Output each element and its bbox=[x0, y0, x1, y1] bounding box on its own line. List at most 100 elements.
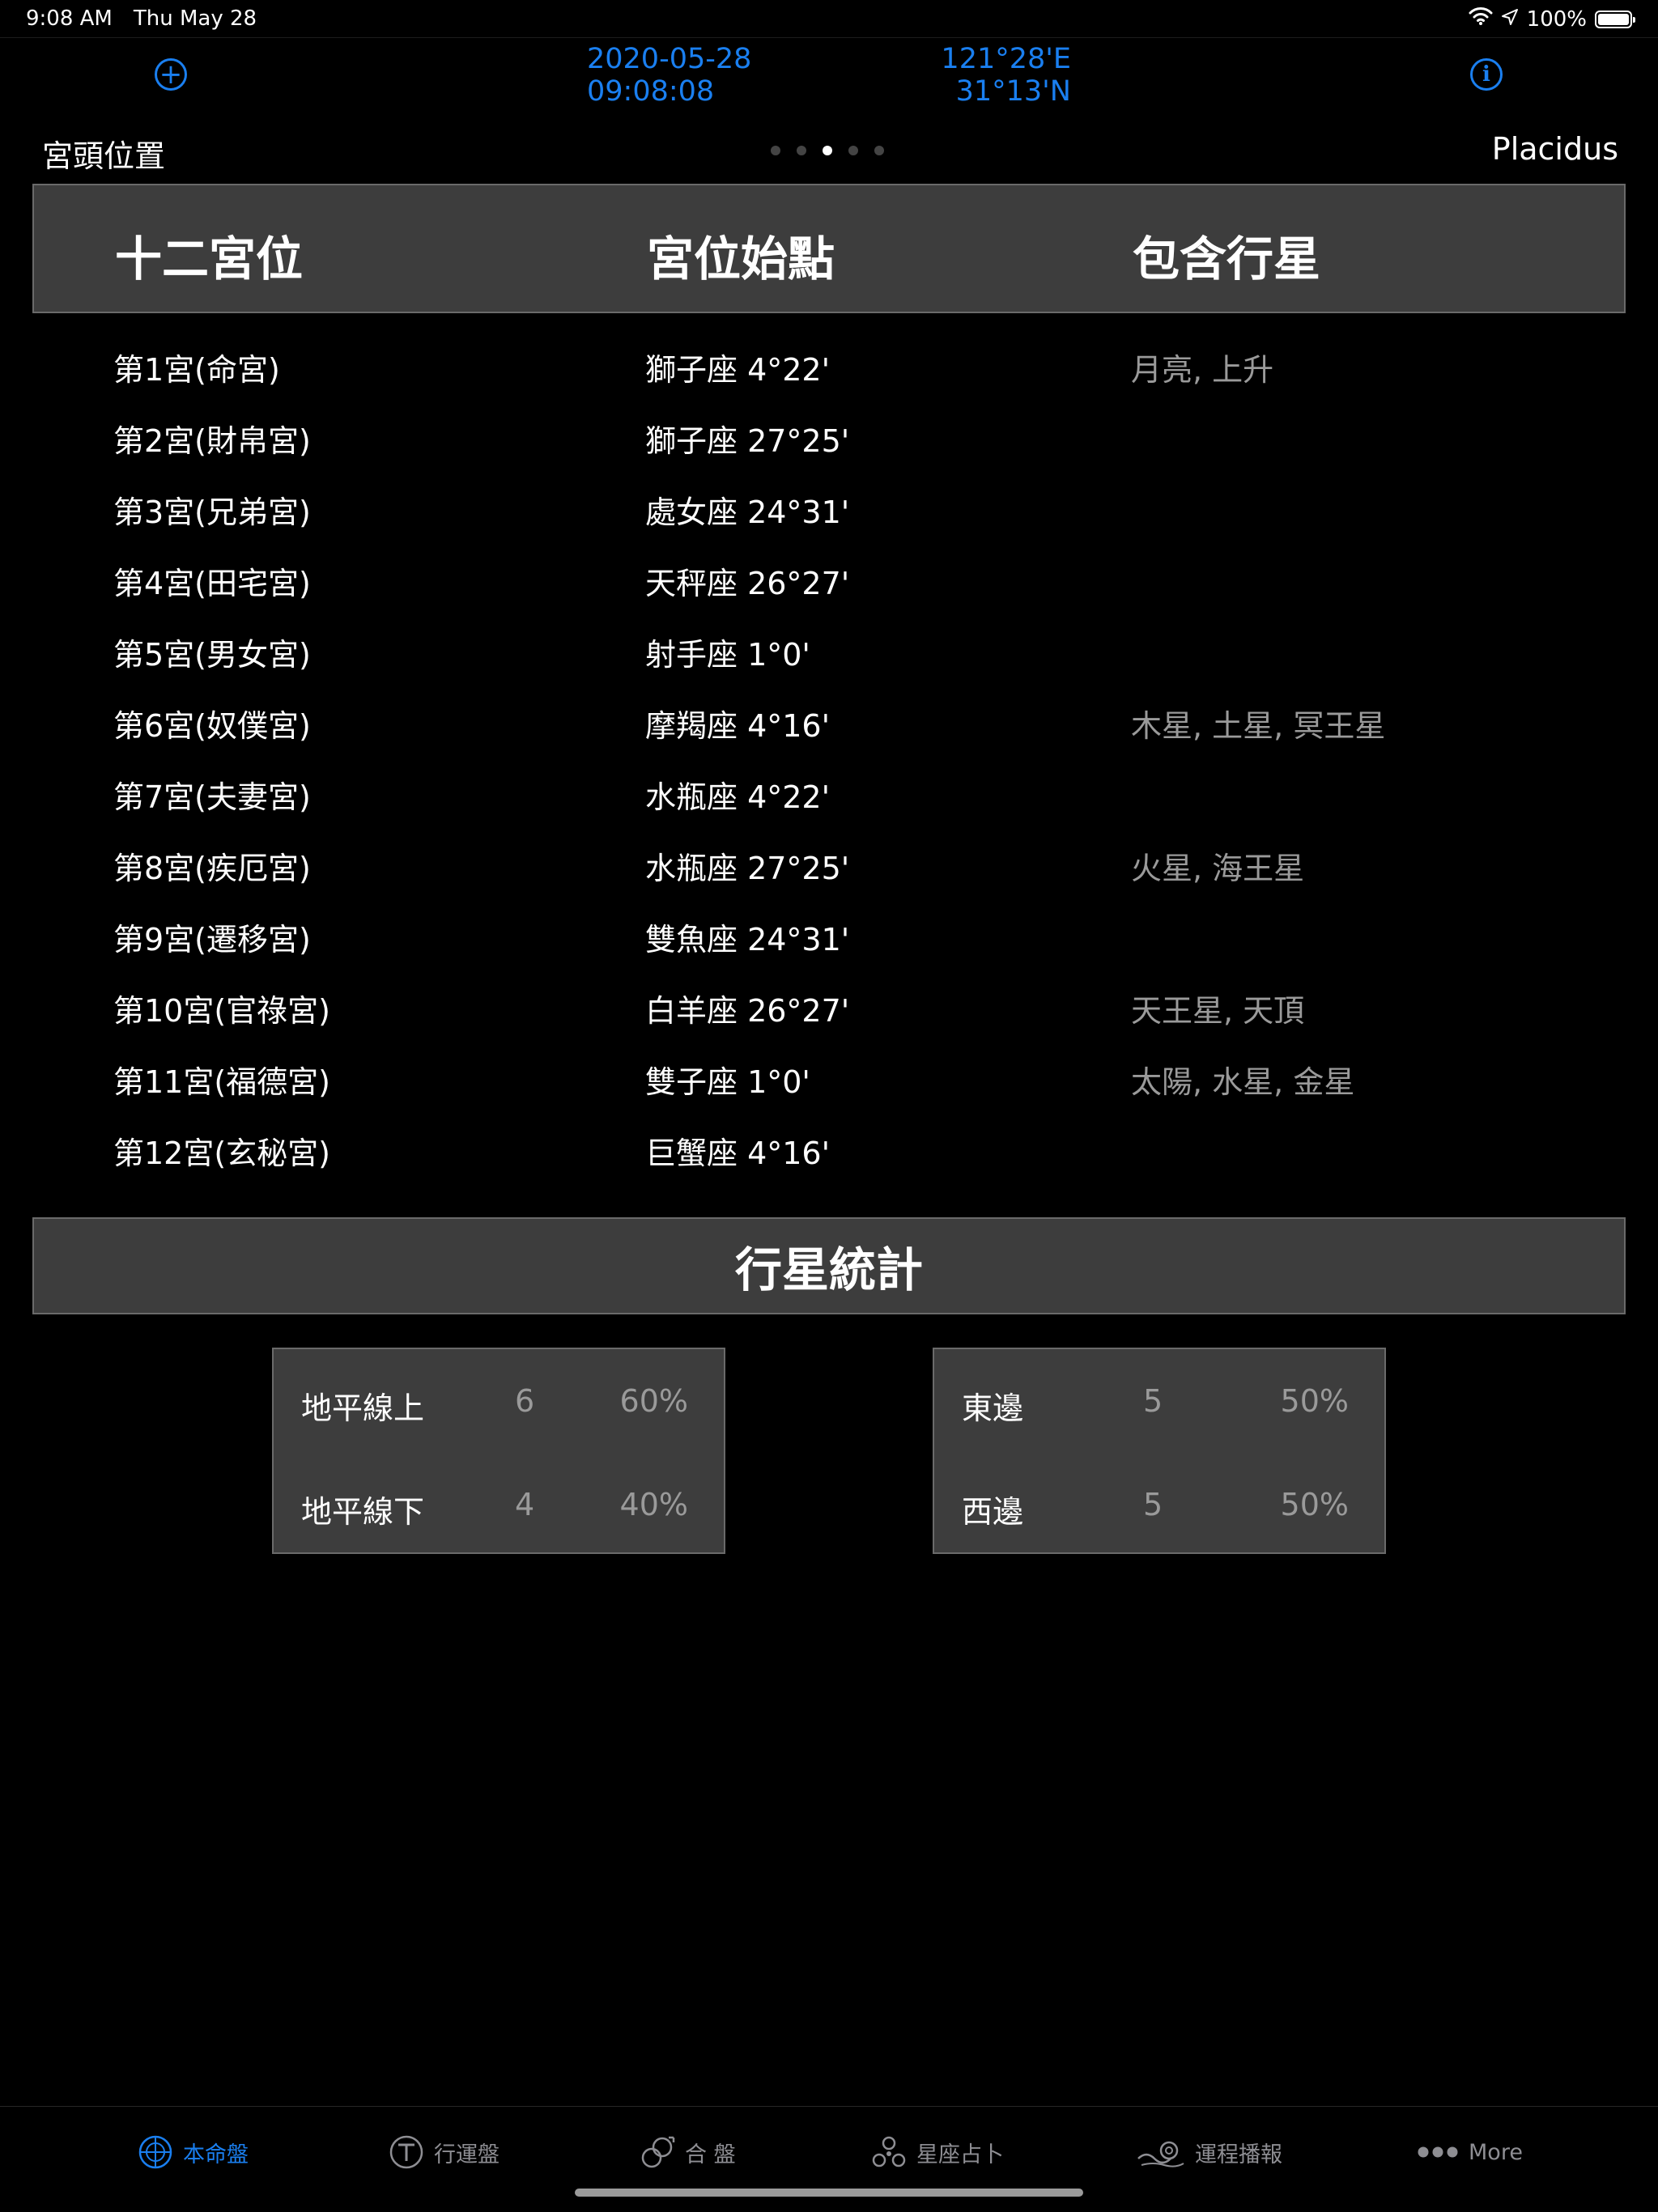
house-name: 第11宮(福德宮) bbox=[113, 1064, 331, 1100]
house-cusp: 摩羯座 4°16' bbox=[645, 708, 831, 744]
wifi-icon bbox=[1469, 6, 1493, 32]
info-circle-icon[interactable]: i bbox=[1470, 58, 1503, 91]
stat-row-east: 東邊 5 50% bbox=[934, 1375, 1384, 1427]
house-name: 第10宮(官祿宮) bbox=[113, 993, 331, 1029]
house-cusp: 獅子座 27°25' bbox=[645, 423, 850, 459]
house-name: 第2宮(財帛宮) bbox=[113, 423, 311, 459]
divination-icon bbox=[871, 2134, 907, 2170]
house-cusp: 雙魚座 24°31' bbox=[645, 922, 850, 957]
synastry-icon bbox=[640, 2134, 675, 2170]
stat-percent: 50% bbox=[1280, 1487, 1349, 1522]
status-date: Thu May 28 bbox=[133, 6, 257, 31]
table-row[interactable]: 第9宮(遷移宮) 雙魚座 24°31' bbox=[0, 900, 1658, 971]
tab-more[interactable]: More bbox=[1417, 2129, 1523, 2175]
table-row[interactable]: 第10宮(官祿宮) 白羊座 26°27' 天王星, 天頂 bbox=[0, 971, 1658, 1042]
stat-label: 西邊 bbox=[962, 1494, 1024, 1530]
house-name: 第6宮(奴僕宮) bbox=[113, 708, 311, 744]
house-cusp: 處女座 24°31' bbox=[645, 495, 850, 530]
transit-t-icon bbox=[389, 2134, 424, 2170]
status-divider bbox=[0, 37, 1658, 38]
house-name: 第5宮(男女宮) bbox=[113, 637, 311, 673]
stat-count: 5 bbox=[1143, 1383, 1163, 1419]
page-dot[interactable] bbox=[874, 146, 884, 155]
more-dots-icon bbox=[1417, 2134, 1459, 2170]
stat-percent: 40% bbox=[619, 1487, 688, 1522]
battery-percent: 100% bbox=[1526, 6, 1587, 32]
stat-count: 4 bbox=[515, 1487, 535, 1522]
chart-latitude[interactable]: 31°13'N bbox=[956, 75, 1071, 108]
page-dot[interactable] bbox=[848, 146, 858, 155]
page-dot[interactable] bbox=[797, 146, 806, 155]
page-indicator[interactable] bbox=[771, 146, 884, 155]
stat-count: 5 bbox=[1143, 1487, 1163, 1522]
table-row[interactable]: 第6宮(奴僕宮) 摩羯座 4°16' 木星, 土星, 冥王星 bbox=[0, 686, 1658, 758]
tab-horoscope[interactable]: 運程播報 bbox=[1137, 2129, 1282, 2175]
house-table-header: 十二宮位 宮位始點 包含行星 bbox=[32, 184, 1626, 313]
page-title: 宮頭位置 bbox=[42, 138, 166, 174]
tab-label: 本命盤 bbox=[183, 2142, 249, 2167]
meridian-stats-box: 東邊 5 50% 西邊 5 50% bbox=[933, 1348, 1386, 1554]
stat-row-below: 地平線下 4 40% bbox=[274, 1479, 724, 1531]
stat-percent: 50% bbox=[1280, 1383, 1349, 1419]
horizon-stats-box: 地平線上 6 60% 地平線下 4 40% bbox=[272, 1348, 725, 1554]
house-cusp: 天秤座 26°27' bbox=[645, 566, 850, 601]
header-planets: 包含行星 bbox=[1133, 231, 1321, 287]
table-row[interactable]: 第1宮(命宮) 獅子座 4°22' 月亮, 上升 bbox=[0, 330, 1658, 401]
table-row[interactable]: 第7宮(夫妻宮) 水瓶座 4°22' bbox=[0, 758, 1658, 829]
home-indicator[interactable] bbox=[575, 2189, 1083, 2197]
house-name: 第7宮(夫妻宮) bbox=[113, 779, 311, 815]
natal-chart-icon bbox=[138, 2134, 173, 2170]
stat-label: 地平線下 bbox=[301, 1494, 425, 1530]
stat-percent: 60% bbox=[619, 1383, 688, 1419]
table-row[interactable]: 第4宮(田宅宮) 天秤座 26°27' bbox=[0, 544, 1658, 615]
table-row[interactable]: 第8宮(疾厄宮) 水瓶座 27°25' 火星, 海王星 bbox=[0, 829, 1658, 900]
tab-transit[interactable]: 行運盤 bbox=[389, 2129, 500, 2175]
tab-natal-chart[interactable]: 本命盤 bbox=[138, 2129, 249, 2175]
house-name: 第12宮(玄秘宮) bbox=[113, 1136, 331, 1171]
chart-date[interactable]: 2020-05-28 bbox=[587, 43, 751, 75]
plus-circle-icon[interactable]: + bbox=[155, 58, 187, 91]
house-cusp: 水瓶座 4°22' bbox=[645, 779, 831, 815]
header-cusp: 宮位始點 bbox=[647, 231, 835, 287]
planet-stats-header: 行星統計 bbox=[32, 1217, 1626, 1314]
house-name: 第3宮(兄弟宮) bbox=[113, 495, 311, 530]
stat-count: 6 bbox=[515, 1383, 535, 1419]
chart-time[interactable]: 09:08:08 bbox=[587, 75, 714, 108]
tab-synastry[interactable]: 合 盤 bbox=[640, 2129, 736, 2175]
house-name: 第1宮(命宮) bbox=[113, 352, 280, 388]
tab-divination[interactable]: 星座占卜 bbox=[871, 2129, 1004, 2175]
house-planets: 火星, 海王星 bbox=[1131, 851, 1305, 886]
table-row[interactable]: 第5宮(男女宮) 射手座 1°0' bbox=[0, 615, 1658, 686]
house-planets: 天王星, 天頂 bbox=[1131, 993, 1305, 1029]
location-arrow-icon bbox=[1501, 7, 1519, 32]
house-cusp: 白羊座 26°27' bbox=[645, 993, 850, 1029]
house-name: 第9宮(遷移宮) bbox=[113, 922, 311, 957]
house-cusp: 雙子座 1°0' bbox=[645, 1064, 810, 1100]
stat-row-above: 地平線上 6 60% bbox=[274, 1375, 724, 1427]
house-planets: 木星, 土星, 冥王星 bbox=[1131, 708, 1386, 744]
house-planets: 月亮, 上升 bbox=[1131, 352, 1274, 388]
table-row[interactable]: 第12宮(玄秘宮) 巨蟹座 4°16' bbox=[0, 1114, 1658, 1185]
house-name: 第4宮(田宅宮) bbox=[113, 566, 311, 601]
house-table-body: 第1宮(命宮) 獅子座 4°22' 月亮, 上升 第2宮(財帛宮) 獅子座 27… bbox=[0, 330, 1658, 1185]
horoscope-wave-icon bbox=[1137, 2134, 1185, 2170]
house-cusp: 獅子座 4°22' bbox=[645, 352, 831, 388]
house-planets: 太陽, 水星, 金星 bbox=[1131, 1064, 1355, 1100]
page-dot-active[interactable] bbox=[823, 146, 832, 155]
page-dot[interactable] bbox=[771, 146, 780, 155]
stat-label: 東邊 bbox=[962, 1390, 1024, 1426]
table-row[interactable]: 第3宮(兄弟宮) 處女座 24°31' bbox=[0, 473, 1658, 544]
house-cusp: 巨蟹座 4°16' bbox=[645, 1136, 831, 1171]
battery-icon bbox=[1595, 10, 1635, 28]
header-house: 十二宮位 bbox=[115, 231, 304, 287]
house-cusp: 射手座 1°0' bbox=[645, 637, 810, 673]
tab-label: 運程播報 bbox=[1195, 2142, 1282, 2167]
house-system-label[interactable]: Placidus bbox=[1492, 131, 1618, 167]
stat-row-west: 西邊 5 50% bbox=[934, 1479, 1384, 1531]
table-row[interactable]: 第2宮(財帛宮) 獅子座 27°25' bbox=[0, 401, 1658, 473]
table-row[interactable]: 第11宮(福德宮) 雙子座 1°0' 太陽, 水星, 金星 bbox=[0, 1042, 1658, 1114]
chart-longitude[interactable]: 121°28'E bbox=[941, 43, 1071, 75]
tab-label: 星座占卜 bbox=[916, 2142, 1004, 2167]
tab-label: 合 盤 bbox=[685, 2142, 736, 2167]
stat-label: 地平線上 bbox=[301, 1390, 425, 1426]
